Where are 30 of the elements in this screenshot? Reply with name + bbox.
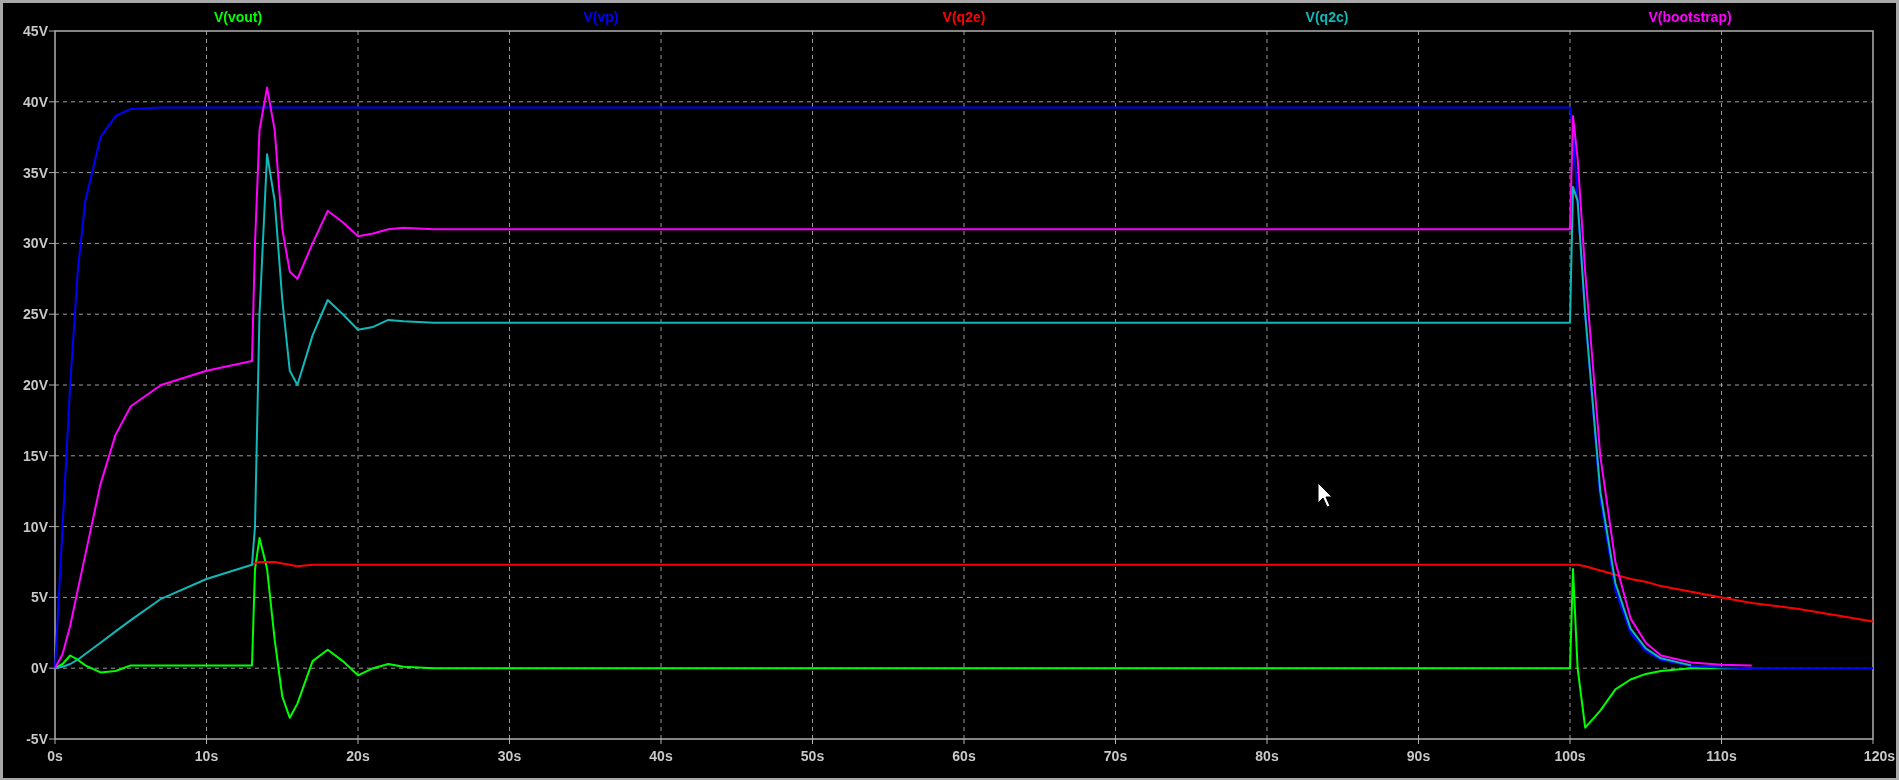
x-axis-label: 30s	[497, 748, 522, 764]
y-axis-label: 35V	[23, 164, 48, 181]
y-axis-label: 25V	[23, 306, 48, 323]
x-axis-label: 10s	[194, 748, 219, 764]
x-axis-label: 120s	[1863, 748, 1895, 764]
x-axis-label: 20s	[346, 748, 370, 764]
y-axis-label: -5V	[26, 731, 48, 747]
legend-label: V(vout)	[213, 9, 263, 25]
x-axis-label: 0s	[47, 748, 63, 764]
x-axis-label: 110s	[1706, 748, 1737, 764]
x-axis-label: 70s	[1103, 748, 1128, 764]
y-axis-label: 0V	[30, 660, 48, 677]
legend-label: V(q2c)	[1305, 9, 1349, 25]
x-axis-label: 40s	[649, 748, 673, 764]
x-axis-label: 60s	[952, 748, 976, 764]
y-axis-label: 40V	[23, 93, 48, 110]
legend-label: V(bootstrap)	[1648, 9, 1732, 25]
y-axis-label: 10V	[23, 518, 48, 535]
y-axis-label: 5V	[30, 589, 48, 606]
y-axis-label: 15V	[23, 447, 48, 464]
mouse-pointer-icon	[1317, 482, 1333, 508]
x-axis-label: 50s	[800, 748, 825, 764]
legend-label: V(q2e)	[942, 9, 986, 25]
x-axis-label: 100s	[1554, 748, 1586, 764]
x-axis-label: 80s	[1255, 748, 1279, 764]
y-axis-label: 45V	[23, 23, 48, 39]
y-axis-label: 30V	[23, 235, 48, 252]
x-axis-label: 90s	[1406, 748, 1431, 764]
legend-label: V(vp)	[583, 9, 619, 25]
y-axis-label: 20V	[23, 377, 48, 393]
